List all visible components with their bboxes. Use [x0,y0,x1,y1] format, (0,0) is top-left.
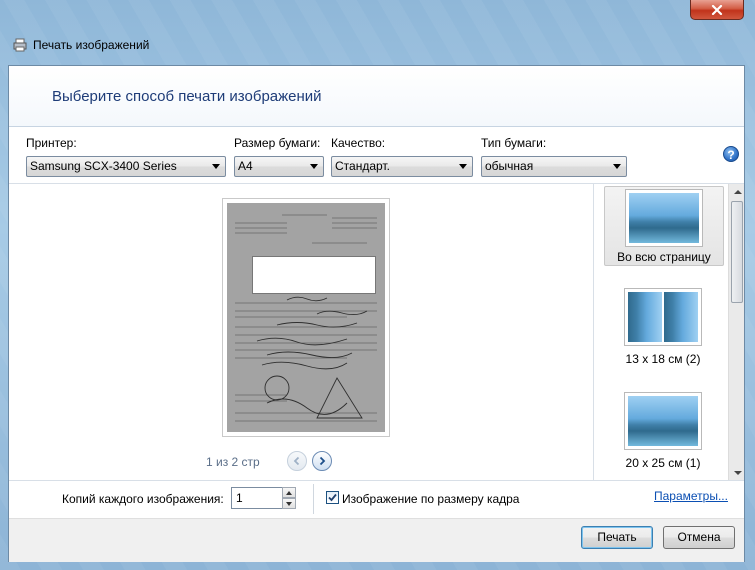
landscape-photo-image [628,292,662,342]
paper-size-label: Размер бумаги: [234,136,321,150]
preview-area: 1 из 2 стр [9,184,593,480]
preview-page [222,198,390,437]
printer-icon [13,38,27,52]
chevron-down-icon [613,164,621,169]
quality-select[interactable]: Стандарт. [331,156,473,177]
window-title: Печать изображений [33,38,150,52]
paper-size-select-value: A4 [238,159,253,173]
landscape-photo-image [628,396,698,446]
parameters-link[interactable]: Параметры... [654,489,728,503]
printer-select[interactable]: Samsung SCX-3400 Series [26,156,226,177]
copies-label: Копий каждого изображения: [62,492,224,506]
checkmark-icon [328,493,337,502]
divider [313,484,314,514]
close-icon [711,4,723,15]
redacted-box [252,256,376,294]
landscape-photo-image [664,292,698,342]
cancel-button[interactable]: Отмена [663,526,735,549]
quality-select-value: Стандарт. [335,159,390,173]
copies-stepper [282,487,296,509]
layout-thumbnail [624,392,702,450]
chevron-down-icon [459,164,467,169]
printer-select-value: Samsung SCX-3400 Series [30,159,177,173]
layout-item-13x18[interactable]: 13 x 18 см (2) [604,288,722,368]
window-frame: Печать изображений Выберите способ печат… [0,0,755,570]
chevron-down-icon [286,501,292,506]
divider [9,480,744,481]
document-scan-graphic [227,203,385,432]
dialog-client-area: Выберите способ печати изображений Принт… [8,65,745,562]
layout-item-20x25[interactable]: 20 x 25 см (1) [604,392,722,472]
chevron-up-icon [733,189,742,194]
copies-increase-button[interactable] [282,487,296,498]
paper-size-select[interactable]: A4 [234,156,324,177]
page-title: Выберите способ печати изображений [52,88,322,105]
layout-label: Во всю страницу [617,250,711,264]
scrollbar-thumb[interactable] [731,201,743,303]
arrow-right-icon [319,456,326,466]
previous-page-button[interactable] [287,451,307,471]
copies-input[interactable]: 1 [231,487,283,509]
layout-thumbnail [624,288,702,346]
chevron-down-icon [310,164,318,169]
dialog-footer: Печать Отмена [9,518,744,562]
layout-item-full-page[interactable]: Во всю страницу [604,186,724,266]
fit-to-frame-label[interactable]: Изображение по размеру кадра [342,492,519,506]
next-page-button[interactable] [312,451,332,471]
paper-type-label: Тип бумаги: [481,136,547,150]
close-button[interactable] [690,0,744,20]
paper-type-select-value: обычная [485,159,534,173]
page-count: 1 из 2 стр [206,455,260,469]
paper-type-select[interactable]: обычная [481,156,627,177]
chevron-down-icon [733,470,742,475]
document-preview-image [227,203,385,432]
scroll-up-button[interactable] [730,184,744,199]
copies-decrease-button[interactable] [282,498,296,509]
layout-scrollbar[interactable] [728,184,744,480]
landscape-photo-image [629,193,699,243]
arrow-left-icon [293,456,300,466]
layout-label: 20 x 25 см (1) [625,456,701,470]
printer-label: Принтер: [26,136,77,150]
layout-list: Во всю страницу 13 x 18 см (2) 20 x 25 с… [593,184,744,480]
layout-label: 13 x 18 см (2) [625,352,701,366]
print-button[interactable]: Печать [581,526,653,549]
chevron-down-icon [212,164,220,169]
quality-label: Качество: [331,136,386,150]
scroll-down-button[interactable] [730,465,744,480]
header-band: Выберите способ печати изображений [9,66,744,126]
help-icon[interactable]: ? [723,146,739,162]
fit-to-frame-checkbox[interactable] [326,491,339,504]
layout-thumbnail [625,189,703,247]
divider [9,126,744,127]
chevron-up-icon [286,490,292,495]
